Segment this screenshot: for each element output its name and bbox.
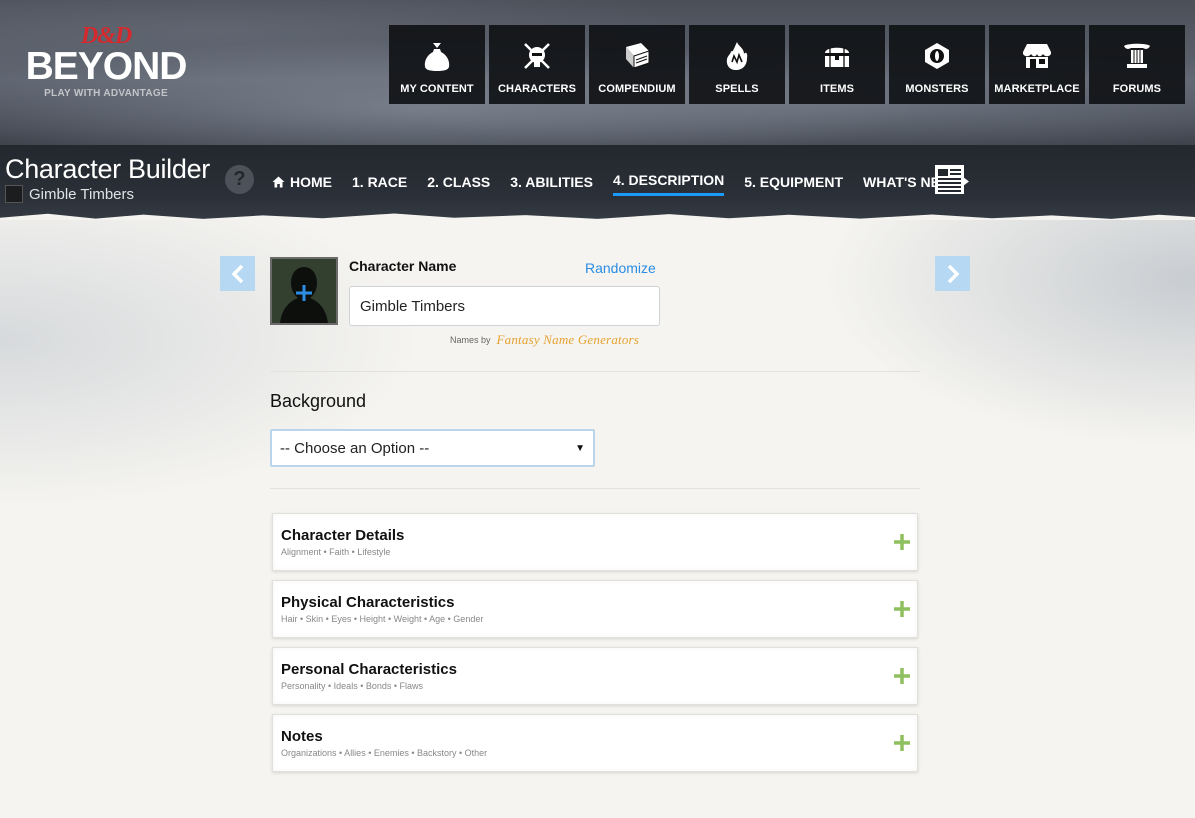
nav-label: MY CONTENT [400, 83, 474, 95]
nav-compendium[interactable]: COMPENDIUM [589, 25, 685, 104]
bag-icon [420, 39, 454, 73]
chevron-left-icon [231, 264, 243, 283]
character-sheet-button[interactable] [934, 164, 965, 195]
nav-monsters[interactable]: MONSTERS [889, 25, 985, 104]
character-name-heading: Character Name [349, 258, 457, 274]
expand-plus-icon[interactable] [892, 666, 912, 686]
nav-my-content[interactable]: MY CONTENT [389, 25, 485, 104]
expand-plus-icon[interactable] [892, 733, 912, 753]
helmet-icon [520, 39, 554, 73]
pillar-icon [1120, 39, 1154, 73]
divider [270, 371, 920, 372]
character-name-label: Gimble Timbers [29, 185, 135, 203]
portrait-upload[interactable] [270, 257, 338, 325]
section-title: Physical Characteristics [281, 594, 455, 611]
name-generator-credit: Names by Fantasy Name Generators [450, 332, 639, 348]
character-sheet-icon [935, 165, 964, 194]
section-subtitle: Personality • Ideals • Bonds • Flaws [281, 681, 424, 691]
ddb-logo[interactable]: D&D BEYOND PLAY WITH ADVANTAGE [6, 24, 206, 99]
nav-label: MONSTERS [905, 83, 969, 95]
character-name-input[interactable] [349, 286, 660, 326]
step-label: 3. ABILITIES [510, 173, 593, 190]
caret-down-icon: ▼ [575, 442, 585, 454]
section-personal-characteristics[interactable]: Personal Characteristics Personality • I… [272, 647, 918, 705]
section-physical-characteristics[interactable]: Physical Characteristics Hair • Skin • E… [272, 580, 918, 638]
nav-characters[interactable]: CHARACTERS [489, 25, 585, 104]
step-label: 4. DESCRIPTION [612, 172, 725, 188]
section-character-details[interactable]: Character Details Alignment • Faith • Li… [272, 513, 918, 571]
flame-hand-icon [720, 39, 754, 73]
nav-label: MARKETPLACE [994, 83, 1080, 95]
expand-plus-icon[interactable] [892, 599, 912, 619]
step-home[interactable]: HOME [272, 172, 332, 196]
section-title: Notes [281, 728, 323, 745]
step-label: 2. CLASS [427, 173, 491, 190]
nav-label: COMPENDIUM [598, 83, 676, 95]
logo-tagline: PLAY WITH ADVANTAGE [44, 88, 168, 99]
section-title: Character Details [281, 527, 405, 544]
step-class[interactable]: 2. CLASS [427, 172, 490, 196]
divider [270, 488, 920, 489]
randomize-link[interactable]: Randomize [585, 260, 656, 276]
step-description[interactable]: 4. DESCRIPTION [612, 172, 725, 196]
background-select[interactable]: -- Choose an Option -- ▼ [270, 429, 595, 467]
nav-label: CHARACTERS [498, 83, 576, 95]
fantasy-name-generators-link[interactable]: Fantasy Name Generators [497, 332, 640, 348]
main-nav: MY CONTENT CHARACTERS COMPENDIUM SPELLS … [389, 25, 1185, 104]
step-race[interactable]: 1. RACE [352, 172, 407, 196]
nav-spells[interactable]: SPELLS [689, 25, 785, 104]
chevron-right-icon [947, 264, 959, 283]
expand-plus-icon[interactable] [892, 532, 912, 552]
builder-steps: HOME 1. RACE 2. CLASS 3. ABILITIES 4. DE… [272, 172, 969, 196]
nav-label: FORUMS [1112, 83, 1162, 95]
next-step-button[interactable] [935, 256, 970, 291]
step-label: 5. EQUIPMENT [744, 173, 844, 190]
names-by-label: Names by [450, 335, 491, 345]
nav-forums[interactable]: FORUMS [1089, 25, 1185, 104]
home-icon [272, 176, 285, 187]
background-select-value: -- Choose an Option -- [280, 439, 430, 457]
step-abilities[interactable]: 3. ABILITIES [510, 172, 593, 196]
site-header: D&D BEYOND PLAY WITH ADVANTAGE MY CONTEN… [0, 0, 1195, 145]
nav-label: SPELLS [715, 83, 759, 95]
step-label: 1. RACE [352, 173, 408, 190]
nav-label: ITEMS [819, 83, 855, 95]
page-title: Character Builder [5, 154, 210, 184]
avatar [5, 185, 23, 203]
section-title: Personal Characteristics [281, 661, 457, 678]
step-label: HOME [290, 173, 332, 190]
section-subtitle: Organizations • Allies • Enemies • Backs… [281, 748, 488, 758]
plus-icon [296, 285, 312, 301]
book-icon [620, 39, 654, 73]
nav-marketplace[interactable]: MARKETPLACE [989, 25, 1085, 104]
previous-step-button[interactable] [220, 256, 255, 291]
chest-icon [820, 39, 854, 73]
help-button[interactable]: ? [225, 165, 254, 194]
shop-icon [1020, 39, 1054, 73]
section-subtitle: Alignment • Faith • Lifestyle [281, 547, 391, 557]
character-identity: Gimble Timbers [5, 185, 134, 203]
background-heading: Background [270, 391, 367, 411]
nav-items[interactable]: ITEMS [789, 25, 885, 104]
logo-wordmark: BEYOND [25, 45, 188, 88]
monster-eye-icon [920, 39, 954, 73]
section-subtitle: Hair • Skin • Eyes • Height • Weight • A… [281, 614, 484, 624]
section-notes[interactable]: Notes Organizations • Allies • Enemies •… [272, 714, 918, 772]
step-equipment[interactable]: 5. EQUIPMENT [744, 172, 843, 196]
builder-bar: Character Builder Gimble Timbers ? HOME … [0, 145, 1195, 220]
